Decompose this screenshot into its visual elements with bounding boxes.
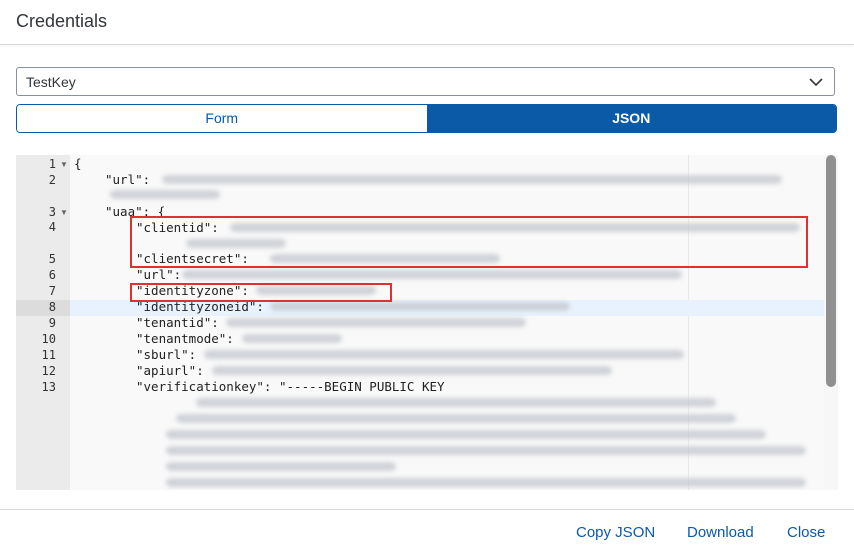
code-line: "tenantid": bbox=[136, 315, 219, 330]
fold-arrow-icon[interactable]: ▼ bbox=[60, 208, 68, 217]
line-number: 11 bbox=[41, 348, 56, 362]
line-number: 10 bbox=[41, 332, 56, 346]
line-number: 7 bbox=[48, 284, 56, 298]
download-button[interactable]: Download bbox=[687, 524, 754, 541]
code-line: "url": bbox=[105, 172, 151, 187]
form-tab-button[interactable]: Form bbox=[17, 105, 427, 132]
highlight-box bbox=[130, 283, 392, 302]
code-line: "sburl": bbox=[136, 347, 197, 362]
code-line: "apiurl": bbox=[136, 363, 204, 378]
redacted-value bbox=[166, 446, 806, 455]
line-number: 3 bbox=[48, 205, 56, 219]
close-button[interactable]: Close bbox=[787, 524, 825, 541]
copy-json-button[interactable]: Copy JSON bbox=[576, 524, 655, 541]
redacted-value bbox=[162, 175, 782, 184]
line-number: 4 bbox=[48, 220, 56, 234]
line-number: 13 bbox=[41, 380, 56, 394]
line-number: 6 bbox=[48, 268, 56, 282]
dialog-footer: Copy JSON Download Close bbox=[0, 509, 854, 555]
dialog-title: Credentials bbox=[16, 11, 108, 31]
code-line: "url": bbox=[136, 267, 182, 282]
line-number: 5 bbox=[48, 252, 56, 266]
line-number: 1 bbox=[48, 157, 56, 171]
json-tab-button[interactable]: JSON bbox=[426, 105, 836, 132]
redacted-value bbox=[110, 190, 220, 199]
line-number: 2 bbox=[48, 173, 56, 187]
redacted-value bbox=[166, 478, 806, 487]
service-key-select[interactable]: TestKey bbox=[16, 67, 835, 96]
redacted-value bbox=[182, 270, 682, 279]
code-line: { bbox=[74, 156, 82, 171]
chevron-down-icon bbox=[809, 78, 823, 87]
vertical-scrollbar-thumb[interactable] bbox=[826, 155, 836, 387]
print-margin bbox=[688, 155, 689, 490]
line-number: 8 bbox=[48, 300, 56, 314]
highlight-box bbox=[130, 216, 808, 268]
redacted-value bbox=[204, 350, 684, 359]
redacted-value bbox=[212, 366, 612, 375]
service-key-select-value: TestKey bbox=[26, 74, 76, 90]
code-line: "tenantmode": bbox=[136, 331, 234, 346]
line-number: 12 bbox=[41, 364, 56, 378]
line-number: 9 bbox=[48, 316, 56, 330]
redacted-value bbox=[166, 462, 396, 471]
dialog-header: Credentials bbox=[0, 0, 854, 45]
redacted-value bbox=[270, 302, 570, 311]
view-toggle: Form JSON bbox=[16, 104, 837, 133]
redacted-value bbox=[176, 414, 736, 423]
redacted-value bbox=[196, 398, 716, 407]
json-code-editor[interactable]: 1 2 3 4 5 6 7 8 9 10 11 12 13 ▼ ▼ { "url… bbox=[16, 155, 838, 490]
code-line: "verificationkey": "-----BEGIN PUBLIC KE… bbox=[136, 379, 445, 394]
redacted-value bbox=[226, 318, 526, 327]
redacted-value bbox=[166, 430, 766, 439]
fold-arrow-icon[interactable]: ▼ bbox=[60, 160, 68, 169]
redacted-value bbox=[242, 334, 342, 343]
